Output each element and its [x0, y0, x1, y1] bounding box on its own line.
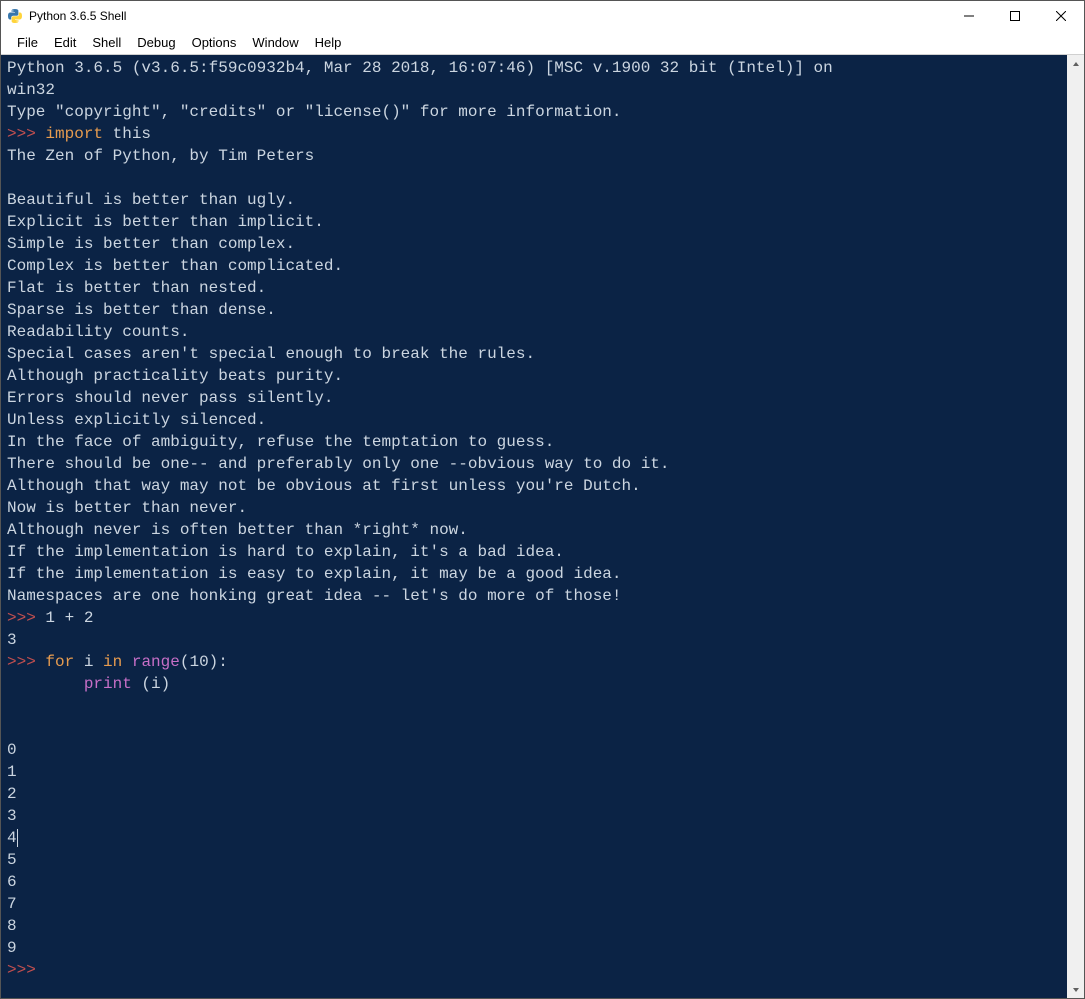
terminal-line: 9	[7, 937, 1065, 959]
titlebar[interactable]: Python 3.6.5 Shell	[1, 1, 1084, 31]
terminal-line: In the face of ambiguity, refuse the tem…	[7, 431, 1065, 453]
window-controls	[946, 1, 1084, 31]
menu-help[interactable]: Help	[307, 33, 350, 52]
window-title: Python 3.6.5 Shell	[29, 9, 946, 23]
terminal-line: Flat is better than nested.	[7, 277, 1065, 299]
terminal-line: 3	[7, 629, 1065, 651]
terminal-line: Complex is better than complicated.	[7, 255, 1065, 277]
scroll-up-arrow-icon[interactable]	[1067, 55, 1084, 72]
close-button[interactable]	[1038, 1, 1084, 31]
terminal-line: Readability counts.	[7, 321, 1065, 343]
minimize-button[interactable]	[946, 1, 992, 31]
terminal-line: Type "copyright", "credits" or "license(…	[7, 101, 1065, 123]
menu-options[interactable]: Options	[184, 33, 245, 52]
terminal-line: 6	[7, 871, 1065, 893]
terminal-line	[7, 717, 1065, 739]
terminal-line	[7, 695, 1065, 717]
terminal-line: There should be one-- and preferably onl…	[7, 453, 1065, 475]
vertical-scrollbar[interactable]	[1067, 55, 1084, 998]
terminal-line: Although never is often better than *rig…	[7, 519, 1065, 541]
terminal-line: The Zen of Python, by Tim Peters	[7, 145, 1065, 167]
terminal-line: Special cases aren't special enough to b…	[7, 343, 1065, 365]
terminal-line: >>> 1 + 2	[7, 607, 1065, 629]
menubar: File Edit Shell Debug Options Window Hel…	[1, 31, 1084, 55]
shell-prompt: >>>	[7, 609, 45, 627]
terminal-line: Although that way may not be obvious at …	[7, 475, 1065, 497]
terminal-line: >>> for i in range(10):	[7, 651, 1065, 673]
terminal-line: 8	[7, 915, 1065, 937]
app-window: Python 3.6.5 Shell File Edit Shell Debug…	[0, 0, 1085, 999]
terminal-container: Python 3.6.5 (v3.6.5:f59c0932b4, Mar 28 …	[1, 55, 1084, 998]
shell-prompt: >>>	[7, 961, 45, 979]
maximize-button[interactable]	[992, 1, 1038, 31]
text-cursor	[17, 829, 18, 847]
terminal-line: Errors should never pass silently.	[7, 387, 1065, 409]
terminal-line: print (i)	[7, 673, 1065, 695]
menu-file[interactable]: File	[9, 33, 46, 52]
terminal-line: Unless explicitly silenced.	[7, 409, 1065, 431]
terminal-line: >>> import this	[7, 123, 1065, 145]
shell-prompt: >>>	[7, 125, 45, 143]
terminal-line: Python 3.6.5 (v3.6.5:f59c0932b4, Mar 28 …	[7, 57, 1065, 79]
scroll-down-arrow-icon[interactable]	[1067, 981, 1084, 998]
terminal-line: 1	[7, 761, 1065, 783]
menu-edit[interactable]: Edit	[46, 33, 84, 52]
terminal-output[interactable]: Python 3.6.5 (v3.6.5:f59c0932b4, Mar 28 …	[1, 55, 1067, 998]
menu-shell[interactable]: Shell	[84, 33, 129, 52]
menu-debug[interactable]: Debug	[129, 33, 183, 52]
terminal-line	[7, 167, 1065, 189]
terminal-line: If the implementation is easy to explain…	[7, 563, 1065, 585]
terminal-line: 3	[7, 805, 1065, 827]
terminal-line: >>>	[7, 959, 1065, 981]
terminal-line: 4	[7, 827, 1065, 849]
terminal-line: Although practicality beats purity.	[7, 365, 1065, 387]
terminal-line: Beautiful is better than ugly.	[7, 189, 1065, 211]
terminal-line: Explicit is better than implicit.	[7, 211, 1065, 233]
menu-window[interactable]: Window	[244, 33, 306, 52]
terminal-line: Namespaces are one honking great idea --…	[7, 585, 1065, 607]
terminal-line: Simple is better than complex.	[7, 233, 1065, 255]
terminal-line: 2	[7, 783, 1065, 805]
terminal-line: 7	[7, 893, 1065, 915]
python-icon	[7, 8, 23, 24]
terminal-line: Sparse is better than dense.	[7, 299, 1065, 321]
terminal-line: 5	[7, 849, 1065, 871]
terminal-line: Now is better than never.	[7, 497, 1065, 519]
terminal-line: win32	[7, 79, 1065, 101]
terminal-line: If the implementation is hard to explain…	[7, 541, 1065, 563]
terminal-line: 0	[7, 739, 1065, 761]
shell-prompt: >>>	[7, 653, 45, 671]
